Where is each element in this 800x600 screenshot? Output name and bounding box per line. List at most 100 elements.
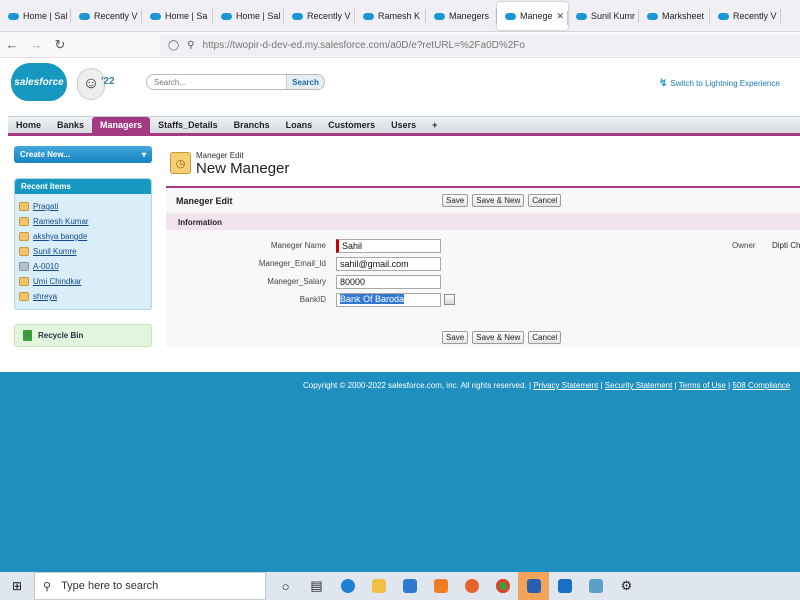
save-button-bottom[interactable]: Save	[442, 331, 469, 344]
salesforce-favicon-icon	[505, 12, 516, 20]
windows-start-icon[interactable]: ⊞	[0, 579, 34, 593]
salesforce-favicon-icon	[8, 12, 19, 20]
page-footer: Copyright © 2000-2022 salesforce.com, in…	[303, 381, 791, 390]
main-content: ◷ Maneger Edit New Maneger Maneger Edit …	[166, 146, 800, 347]
edit-block-title: Maneger Edit	[176, 196, 233, 206]
information-section-header: Information	[166, 214, 800, 230]
browser-tab[interactable]: Sunil Kumr	[568, 0, 639, 32]
chrome-icon[interactable]	[487, 572, 518, 600]
switch-to-lightning-link[interactable]: ↯ Switch to Lightning Experience	[659, 78, 780, 89]
save-button[interactable]: Save	[442, 194, 469, 207]
lookup-icon[interactable]	[444, 294, 455, 305]
firefox-icon[interactable]	[456, 572, 487, 600]
back-arrow-icon[interactable]: ←	[0, 37, 24, 52]
create-new-label: Create New...	[20, 150, 70, 159]
shield-icon[interactable]: ◯	[168, 40, 179, 51]
recent-item[interactable]: Sunil Kumre	[19, 244, 147, 259]
taskbar-search[interactable]: ⚲ Type here to search	[34, 572, 266, 600]
terms-of-use-link[interactable]: Terms of Use	[679, 381, 726, 390]
address-bar[interactable]: ◯ ⚲ https://twopir-d-dev-ed.my.salesforc…	[160, 34, 800, 56]
browser-tab[interactable]: Recently V	[284, 0, 355, 32]
create-new-dropdown[interactable]: Create New... ▾	[14, 146, 152, 163]
browser-tab[interactable]: Recently V	[71, 0, 142, 32]
recent-items-list: Pragati Ramesh Kumar akshya bangde Sunil Ku…	[15, 194, 151, 304]
browser-tab[interactable]: Marksheet	[639, 0, 710, 32]
chevron-down-icon: ▾	[141, 150, 146, 159]
file-explorer-icon[interactable]	[363, 572, 394, 600]
recent-item[interactable]: A-0010	[19, 259, 147, 274]
forward-arrow-icon[interactable]: →	[24, 37, 48, 52]
bank-id-label: BankID	[299, 295, 326, 304]
browser-tab[interactable]: Manege ✕	[497, 2, 568, 30]
browser-tab-label: Ramesh K	[378, 11, 421, 21]
nav-tab[interactable]: Branchs	[226, 117, 278, 133]
sidebar: Create New... ▾ Recent Items Pragati Rame…	[14, 146, 152, 347]
recent-items-title: Recent Items	[15, 179, 151, 194]
browser-tab[interactable]: Ramesh K	[355, 0, 426, 32]
logo-text: salesforce	[14, 76, 64, 88]
browser-tab-label: Sunil Kumr	[591, 11, 635, 21]
word-icon[interactable]	[518, 572, 549, 600]
lock-icon[interactable]: ⚲	[187, 40, 194, 51]
reload-icon[interactable]: ↻	[48, 37, 72, 53]
recent-item-label: Umi Chindkar	[33, 277, 82, 286]
salesforce-logo[interactable]: salesforce	[11, 63, 67, 101]
browser-tab[interactable]: Home | Sal	[0, 0, 71, 32]
edit-block-header: Maneger Edit Save Save & New Cancel	[166, 188, 800, 214]
notes-app-icon[interactable]	[580, 572, 611, 600]
manager-name-input[interactable]	[336, 239, 441, 253]
search-button[interactable]: Search	[286, 75, 324, 89]
nav-tab[interactable]: Users	[383, 117, 424, 133]
manager-icon	[19, 247, 29, 256]
nav-tab[interactable]: +	[424, 117, 445, 133]
browser-tab[interactable]: Home | Sal	[213, 0, 284, 32]
salesforce-favicon-icon	[292, 12, 303, 20]
browser-tab[interactable]: Manegers	[426, 0, 497, 32]
xampp-icon[interactable]	[425, 572, 456, 600]
browser-tab[interactable]: Recently V	[710, 0, 781, 32]
recent-item[interactable]: Ramesh Kumar	[19, 214, 147, 229]
manager-salary-input[interactable]	[336, 275, 441, 289]
owner-value[interactable]: Dipti Ch	[772, 241, 800, 250]
url-text[interactable]: https://twopir-d-dev-ed.my.salesforce.co…	[203, 40, 525, 51]
field-row-manager-email: Maneger_Email_Id	[166, 257, 800, 272]
recent-item[interactable]: Pragati	[19, 199, 147, 214]
cancel-button[interactable]: Cancel	[528, 194, 562, 207]
browser-tab-label: Manege	[520, 11, 553, 21]
app-tab-bar: Home Banks Managers Staffs_Details Branchs Lo…	[8, 116, 800, 136]
bank-id-input[interactable]: Bank Of Baroda	[336, 293, 441, 307]
cancel-button-bottom[interactable]: Cancel	[528, 331, 562, 344]
nav-tab[interactable]: Staffs_Details	[150, 117, 226, 133]
field-row-manager-salary: Maneger_Salary	[166, 275, 800, 290]
compliance-link[interactable]: 508 Compliance	[732, 381, 790, 390]
salesforce-favicon-icon	[718, 12, 729, 20]
security-statement-link[interactable]: Security Statement	[605, 381, 673, 390]
media-player-icon[interactable]	[549, 572, 580, 600]
windows-taskbar: ⊞ ⚲ Type here to search ○ ▤ ⚙	[0, 572, 800, 600]
nav-tab[interactable]: Loans	[278, 117, 321, 133]
cortana-icon[interactable]: ○	[270, 572, 301, 600]
privacy-statement-link[interactable]: Privacy Statement	[533, 381, 598, 390]
nav-tab[interactable]: Managers	[92, 117, 151, 133]
recent-item[interactable]: shreya	[19, 289, 147, 304]
nav-tab[interactable]: Customers	[320, 117, 383, 133]
recent-item[interactable]: Umi Chindkar	[19, 274, 147, 289]
recycle-bin-link[interactable]: Recycle Bin	[14, 324, 152, 347]
save-and-new-button-bottom[interactable]: Save & New	[472, 331, 525, 344]
close-tab-icon[interactable]: ✕	[556, 11, 564, 22]
recent-item[interactable]: akshya bangde	[19, 229, 147, 244]
task-view-icon[interactable]: ▤	[301, 572, 332, 600]
browser-tab-label: Manegers	[449, 11, 490, 21]
nav-tab[interactable]: Banks	[49, 117, 92, 133]
browser-tab[interactable]: Home | Sa	[142, 0, 213, 32]
mail-icon[interactable]	[394, 572, 425, 600]
edge-icon[interactable]	[332, 572, 363, 600]
manager-email-input[interactable]	[336, 257, 441, 271]
save-and-new-button[interactable]: Save & New	[472, 194, 525, 207]
browser-tab-label: Recently V	[733, 11, 777, 21]
settings-gear-icon[interactable]: ⚙	[611, 572, 642, 600]
recent-item-label: shreya	[33, 292, 58, 301]
search-input[interactable]	[147, 77, 286, 87]
manager-salary-label: Maneger_Salary	[267, 277, 326, 286]
nav-tab[interactable]: Home	[8, 117, 49, 133]
